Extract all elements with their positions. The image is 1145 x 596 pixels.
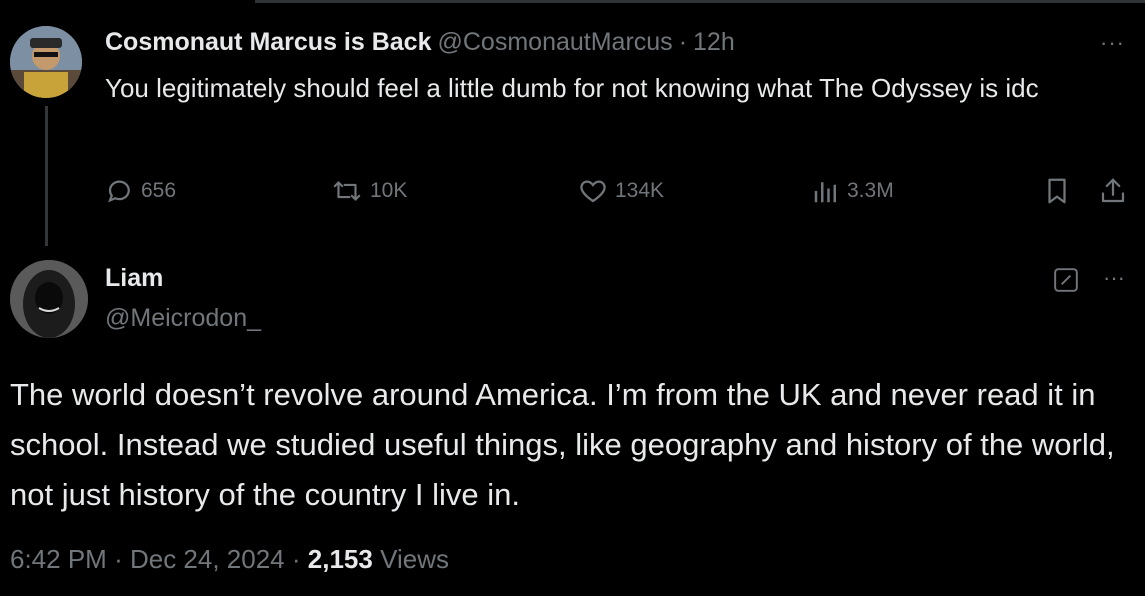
reply-count: 656 — [141, 179, 177, 202]
reply-button[interactable]: 656 — [105, 176, 176, 206]
reply-avatar[interactable] — [10, 260, 88, 338]
reply-handle[interactable]: @Meicrodon_ — [105, 304, 261, 333]
reply-icon — [108, 180, 130, 203]
repost-button[interactable]: 10K — [330, 176, 407, 206]
separator-dot: · — [291, 544, 301, 574]
like-button[interactable]: 134K — [577, 176, 664, 206]
views-count: 3.3M — [847, 179, 894, 202]
parent-more-icon[interactable]: ··· — [1100, 30, 1125, 56]
reply-more-icon[interactable]: ··· — [1103, 265, 1125, 291]
analytics-icon — [814, 182, 836, 203]
parent-action-bar: 656 10K 134K 3.3M — [105, 176, 1145, 212]
reply-display-name[interactable]: Liam — [105, 264, 163, 293]
like-count: 134K — [615, 179, 665, 202]
edit-icon[interactable] — [1053, 267, 1079, 293]
reply-metadata: 6:42 PM · Dec 24, 2024 · 2,153 Views — [10, 544, 449, 575]
reply-views-label: Views — [380, 544, 449, 574]
separator-dot: · — [678, 28, 688, 56]
reply-views-count: 2,153 — [307, 544, 373, 574]
parent-avatar[interactable] — [10, 26, 82, 98]
bookmark-button[interactable] — [1042, 176, 1072, 206]
parent-tweet-text: You legitimately should feel a little du… — [105, 73, 1039, 103]
bookmark-icon — [1048, 178, 1066, 204]
parent-display-name[interactable]: Cosmonaut Marcus is Back — [105, 28, 432, 57]
views-button[interactable]: 3.3M — [811, 176, 894, 206]
top-divider — [255, 0, 1145, 3]
parent-timestamp[interactable]: 12h — [693, 28, 735, 57]
share-icon — [1101, 178, 1125, 203]
reply-date[interactable]: Dec 24, 2024 — [130, 544, 285, 574]
parent-header: Cosmonaut Marcus is Back @CosmonautMarcu… — [105, 28, 735, 57]
repost-icon — [333, 181, 361, 201]
share-button[interactable] — [1098, 176, 1128, 206]
repost-count: 10K — [370, 179, 408, 202]
thread-connector-line — [45, 106, 48, 246]
heart-icon — [580, 180, 606, 203]
reply-tweet-text: The world doesn’t revolve around America… — [10, 377, 1115, 512]
separator-dot: · — [114, 544, 123, 574]
reply-time[interactable]: 6:42 PM — [10, 544, 107, 574]
parent-handle[interactable]: @CosmonautMarcus — [438, 28, 673, 57]
